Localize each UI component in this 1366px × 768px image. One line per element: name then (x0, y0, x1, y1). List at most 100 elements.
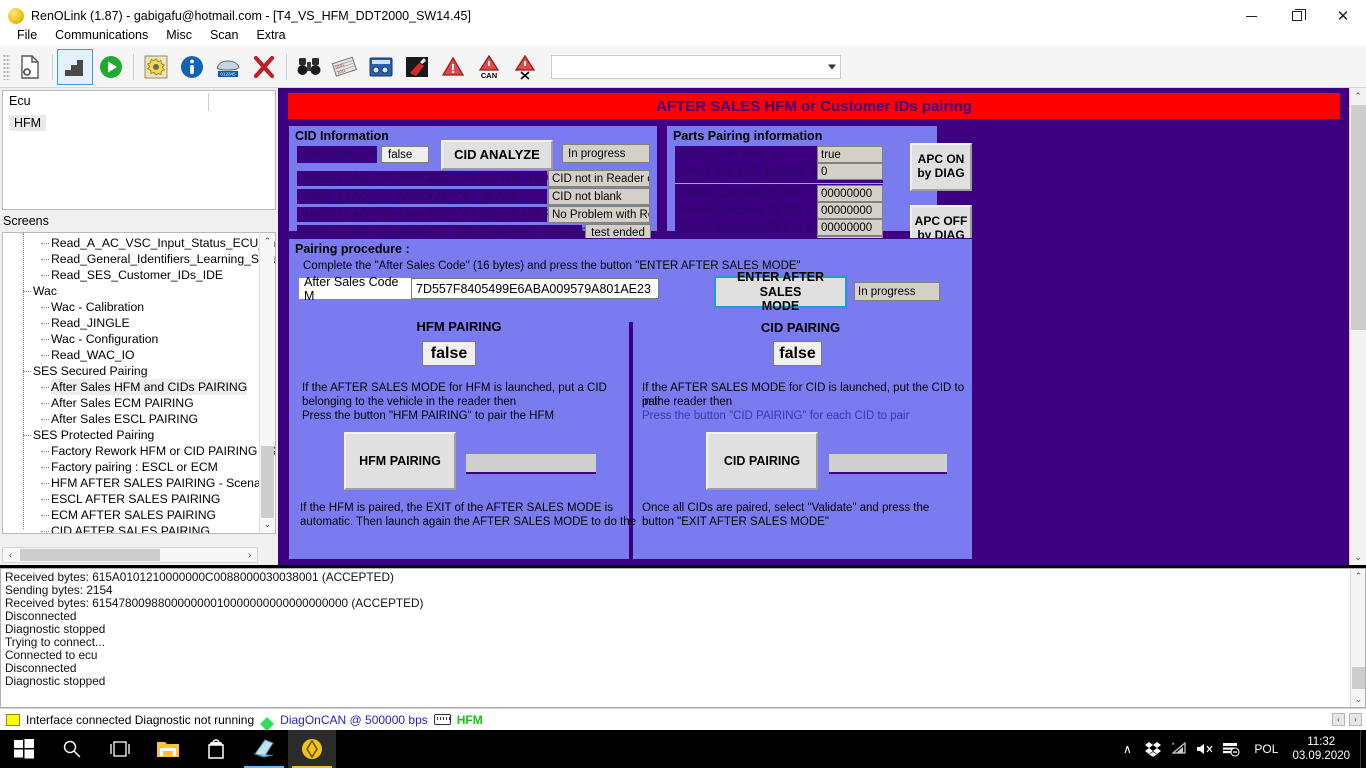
file-explorer-icon[interactable] (144, 730, 192, 768)
cid-pairing-button[interactable]: CID PAIRING (706, 432, 818, 490)
toolbar-grip[interactable] (3, 53, 10, 80)
tree-item[interactable]: Read_WAC_IO (3, 347, 259, 363)
hfm-pairing-button[interactable]: HFM PAIRING (344, 432, 456, 490)
warning-triangle-icon[interactable] (435, 49, 471, 85)
tree-item[interactable]: After Sales HFM and CIDs PAIRING (3, 379, 259, 395)
tree-item[interactable]: Read_JINGLE (3, 315, 259, 331)
menu-file[interactable]: File (8, 26, 46, 44)
tree-item[interactable]: Wac - Configuration (3, 331, 259, 347)
tree-item[interactable]: After Sales ESCL PAIRING (3, 411, 259, 427)
menu-misc[interactable]: Misc (157, 26, 201, 44)
vehicle-identify-icon[interactable]: 012345 (210, 49, 246, 85)
tree-item[interactable]: SES Secured Pairing (3, 363, 259, 379)
ignition-on-value: false (381, 146, 429, 163)
tree-scroll-thumb[interactable] (261, 446, 274, 518)
clock[interactable]: 11:32 03.09.2020 (1288, 735, 1360, 763)
warning-disconnect-icon[interactable] (507, 49, 543, 85)
tree-item[interactable]: Read_A_AC_VSC_Input_Status_ECU_Input_ (3, 235, 275, 251)
main-scroll-thumb[interactable] (1351, 105, 1366, 330)
gear-settings-icon[interactable] (138, 49, 174, 85)
tree-scroll-up-icon[interactable]: ⌃ (260, 234, 275, 249)
column-separator (208, 93, 209, 111)
window-title: RenOLink (1.87) - gabigafu@hotmail.com -… (31, 9, 471, 23)
volume-muted-icon[interactable] (1192, 730, 1218, 768)
chart-bars-icon[interactable] (57, 48, 93, 85)
action-center-icon[interactable] (1218, 730, 1244, 768)
show-desktop-button[interactable] (1360, 730, 1366, 768)
main-scroll-up-icon[interactable]: ⌃ (1350, 88, 1366, 104)
tree-scroll-right-icon[interactable]: › (242, 548, 257, 562)
tree-hscroll-thumb[interactable] (20, 549, 160, 561)
show-hidden-icons-icon[interactable]: ∧ (1114, 730, 1140, 768)
tree-item[interactable]: ECM AFTER SALES PAIRING (3, 507, 259, 523)
ecu-list-item-hfm[interactable]: HFM (9, 115, 47, 131)
tree-vertical-scrollbar[interactable]: ⌃ ⌄ (259, 234, 274, 532)
pairing-procedure-title: Pairing procedure : (295, 242, 410, 256)
warning-can-icon[interactable]: CAN (471, 49, 507, 85)
play-run-icon[interactable] (93, 49, 129, 85)
protocol-status-text: DiagOnCAN @ 500000 bps (280, 712, 428, 727)
menu-scan[interactable]: Scan (201, 26, 248, 44)
main-scroll-down-icon[interactable]: ⌄ (1350, 549, 1366, 565)
renolink-app-icon[interactable] (288, 730, 336, 768)
cid-analyze-status: In progress (562, 144, 650, 163)
dropbox-icon[interactable] (1140, 730, 1166, 768)
status-scroll-controls[interactable]: ‹ › (1332, 713, 1362, 726)
screens-tree[interactable]: Read_A_AC_VSC_Input_Status_ECU_Input_ Rea… (2, 232, 276, 534)
control-panel-icon[interactable] (363, 49, 399, 85)
immo-flag-cid-pb-reader-label: IMMO_FLAG_SR_ANALYZE_CID_PB_READER (297, 207, 551, 222)
chevron-down-icon[interactable] (828, 64, 836, 69)
apc-on-by-diag-button[interactable]: APC ON by DIAG (910, 143, 972, 191)
enter-after-sales-mode-button[interactable]: ENTER AFTER SALES MODE (714, 270, 847, 313)
cid-analyze-button[interactable]: CID ANALYZE (441, 140, 553, 170)
tree-item[interactable]: ESCL AFTER SALES PAIRING (3, 491, 259, 507)
microsoft-store-icon[interactable] (192, 730, 240, 768)
injector-tool-icon[interactable] (399, 49, 435, 85)
tree-item[interactable]: CID AFTER SALES PAIRING (3, 523, 259, 533)
apc-on-label-line1: APC ON (917, 152, 965, 167)
log-output[interactable]: Received bytes: 615A0101210000000C008800… (0, 568, 1366, 708)
keyboard-data-icon[interactable]: 0101 1011 (327, 49, 363, 85)
tree-item[interactable]: Wac - Calibration (3, 299, 259, 315)
info-icon[interactable] (174, 49, 210, 85)
binoculars-scan-icon[interactable] (291, 49, 327, 85)
after-sales-code-input[interactable]: 7D557F8405499E6ABA009579A801AE23 (411, 278, 659, 299)
menu-extra[interactable]: Extra (247, 26, 294, 44)
cid-information-title: CID Information (295, 129, 389, 143)
status-scroll-right-icon[interactable]: › (1349, 713, 1362, 726)
parts-pairing-panel: Parts Pairing information ECU_IS_BLANK_S… (666, 125, 938, 253)
start-button[interactable] (0, 730, 48, 768)
new-document-icon[interactable] (12, 49, 48, 85)
status-scroll-left-icon[interactable]: ‹ (1332, 713, 1345, 726)
log-vertical-scrollbar[interactable]: ⌃ ⌄ (1350, 569, 1365, 707)
toolbar-combo[interactable] (551, 54, 841, 79)
tree-item[interactable]: Factory pairing : ESCL or ECM (3, 459, 259, 475)
main-vertical-scrollbar[interactable]: ⌃ ⌄ (1349, 88, 1366, 565)
ecu-list-box[interactable]: Ecu HFM (2, 90, 276, 210)
tree-item[interactable]: Wac (3, 283, 259, 299)
tree-item[interactable]: After Sales ECM PAIRING (3, 395, 259, 411)
ignition-on-label: IGNITION_ON (297, 146, 377, 163)
paired-customer-id-1-label: Paired Customer ID IDE 1 (675, 186, 817, 202)
log-scroll-thumb[interactable] (1352, 667, 1365, 689)
delete-red-x-icon[interactable] (246, 49, 282, 85)
log-line: Disconnected (5, 661, 77, 675)
search-icon[interactable] (48, 730, 96, 768)
log-scroll-down-icon[interactable]: ⌄ (1351, 692, 1365, 707)
tree-scroll-left-icon[interactable]: ‹ (3, 548, 18, 562)
menu-communications[interactable]: Communications (46, 26, 157, 44)
tree-item[interactable]: Factory Rework HFM or CID PAIRING - Scer (3, 443, 275, 459)
log-scroll-up-icon[interactable]: ⌃ (1351, 569, 1365, 584)
tree-item[interactable]: HFM AFTER SALES PAIRING - Scenario em (3, 475, 275, 491)
svg-text:*: * (1172, 743, 1175, 749)
language-indicator[interactable]: POL (1244, 742, 1288, 756)
tree-scroll-down-icon[interactable]: ⌄ (260, 517, 275, 532)
tree-horizontal-scrollbar[interactable]: ‹ › (2, 547, 258, 563)
tree-item[interactable]: Read_General_Identifiers_Learning_Status… (3, 251, 275, 267)
tree-item[interactable]: SES Protected Pairing (3, 427, 259, 443)
tree-item[interactable]: Read_SES_Customer_IDs_IDE (3, 267, 259, 283)
task-view-icon[interactable] (96, 730, 144, 768)
log-line: Disconnected (5, 609, 77, 623)
notepad-app-icon[interactable] (240, 730, 288, 768)
wifi-icon[interactable]: * (1166, 730, 1192, 768)
